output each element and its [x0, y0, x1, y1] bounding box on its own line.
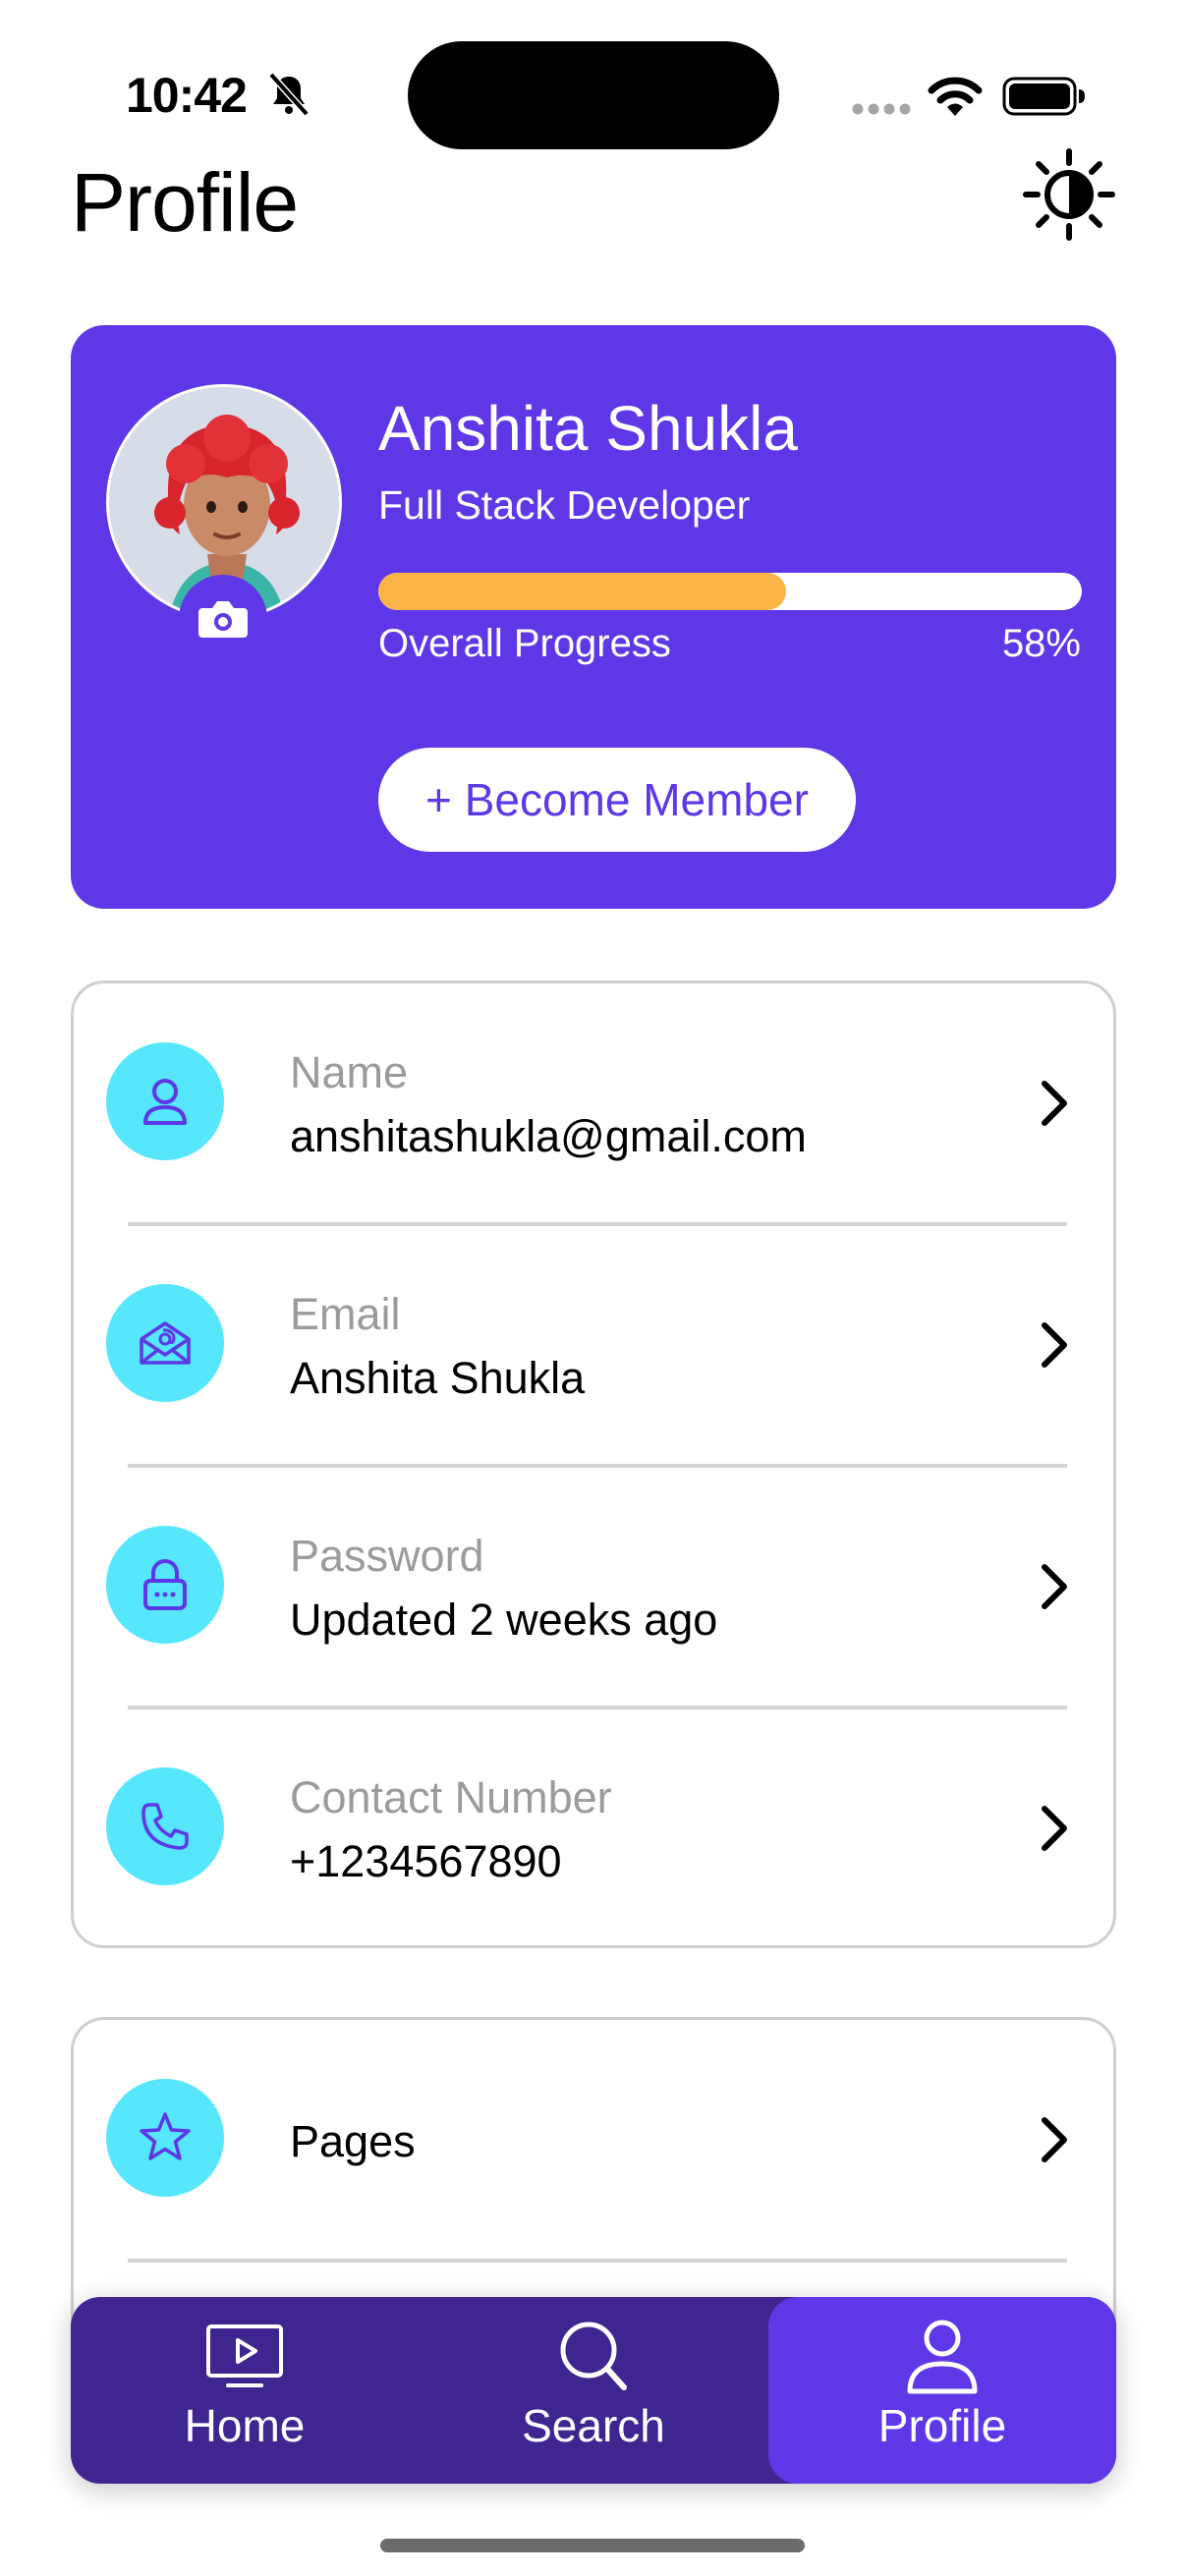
info-row-email[interactable]: Email Anshita Shukla [74, 1225, 1113, 1467]
info-row-name[interactable]: Name anshitashukla@gmail.com [74, 983, 1113, 1225]
progress-label: Overall Progress [378, 622, 671, 665]
row-value: Updated 2 weeks ago [290, 1595, 718, 1645]
tab-label: Home [184, 2400, 306, 2451]
row-label: Contact Number [290, 1772, 612, 1822]
status-time: 10:42 [126, 68, 248, 123]
tab-profile[interactable]: Profile [768, 2297, 1116, 2484]
tab-label: Profile [877, 2400, 1007, 2451]
chevron-right-icon [1042, 1081, 1067, 1126]
dynamic-island [408, 41, 779, 149]
user-icon [106, 1042, 224, 1160]
progress-fill [378, 573, 787, 610]
row-label: Password [290, 1531, 484, 1581]
progress-percent: 58% [1001, 622, 1081, 665]
phone-icon [106, 1767, 224, 1885]
page-title: Profile [71, 156, 299, 249]
row-pages[interactable]: Pages [74, 2020, 1113, 2262]
bell-slash-icon [268, 72, 310, 117]
chevron-right-icon [1042, 1322, 1067, 1368]
row-value: +1234567890 [290, 1836, 562, 1886]
divider [128, 2259, 1067, 2263]
user-name: Anshita Shukla [378, 393, 798, 464]
row-value: anshitashukla@gmail.com [290, 1111, 807, 1161]
lock-icon [106, 1526, 224, 1644]
chevron-right-icon [1042, 2117, 1067, 2162]
magnifier-icon [560, 2322, 627, 2390]
row-label: Name [290, 1047, 409, 1097]
chevron-right-icon [1042, 1564, 1067, 1609]
info-row-password[interactable]: Password Updated 2 weeks ago [74, 1467, 1113, 1708]
tab-search[interactable]: Search [419, 2297, 768, 2484]
account-info-card: Name anshitashukla@gmail.com Email Anshi… [71, 980, 1116, 1948]
row-label: Pages [290, 2116, 416, 2166]
sun-half-icon [1023, 148, 1115, 241]
become-member-button[interactable]: + Become Member [378, 748, 856, 852]
status-bar: 10:42 [0, 0, 1185, 149]
tv-play-icon [206, 2324, 283, 2387]
user-role: Full Stack Developer [378, 482, 751, 528]
wifi-icon [928, 77, 983, 116]
envelope-at-icon [106, 1284, 224, 1402]
battery-icon [1002, 77, 1085, 116]
camera-icon [198, 601, 248, 638]
change-photo-button[interactable] [179, 575, 267, 663]
profile-card: Anshita Shukla Full Stack Developer Over… [71, 325, 1116, 909]
row-label: Email [290, 1289, 401, 1339]
home-indicator[interactable] [380, 2539, 805, 2552]
signal-dots-icon [852, 103, 911, 115]
bottom-tab-bar: Home Search Profile [71, 2297, 1116, 2484]
theme-toggle-button[interactable] [1022, 147, 1116, 242]
person-icon [907, 2320, 978, 2394]
star-icon [106, 2079, 224, 2197]
tab-label: Search [522, 2400, 665, 2451]
row-value: Anshita Shukla [290, 1353, 586, 1403]
progress-bar [378, 573, 1082, 610]
info-row-contact[interactable]: Contact Number +1234567890 [74, 1708, 1113, 1945]
chevron-right-icon [1042, 1806, 1067, 1851]
tab-home[interactable]: Home [71, 2297, 419, 2484]
